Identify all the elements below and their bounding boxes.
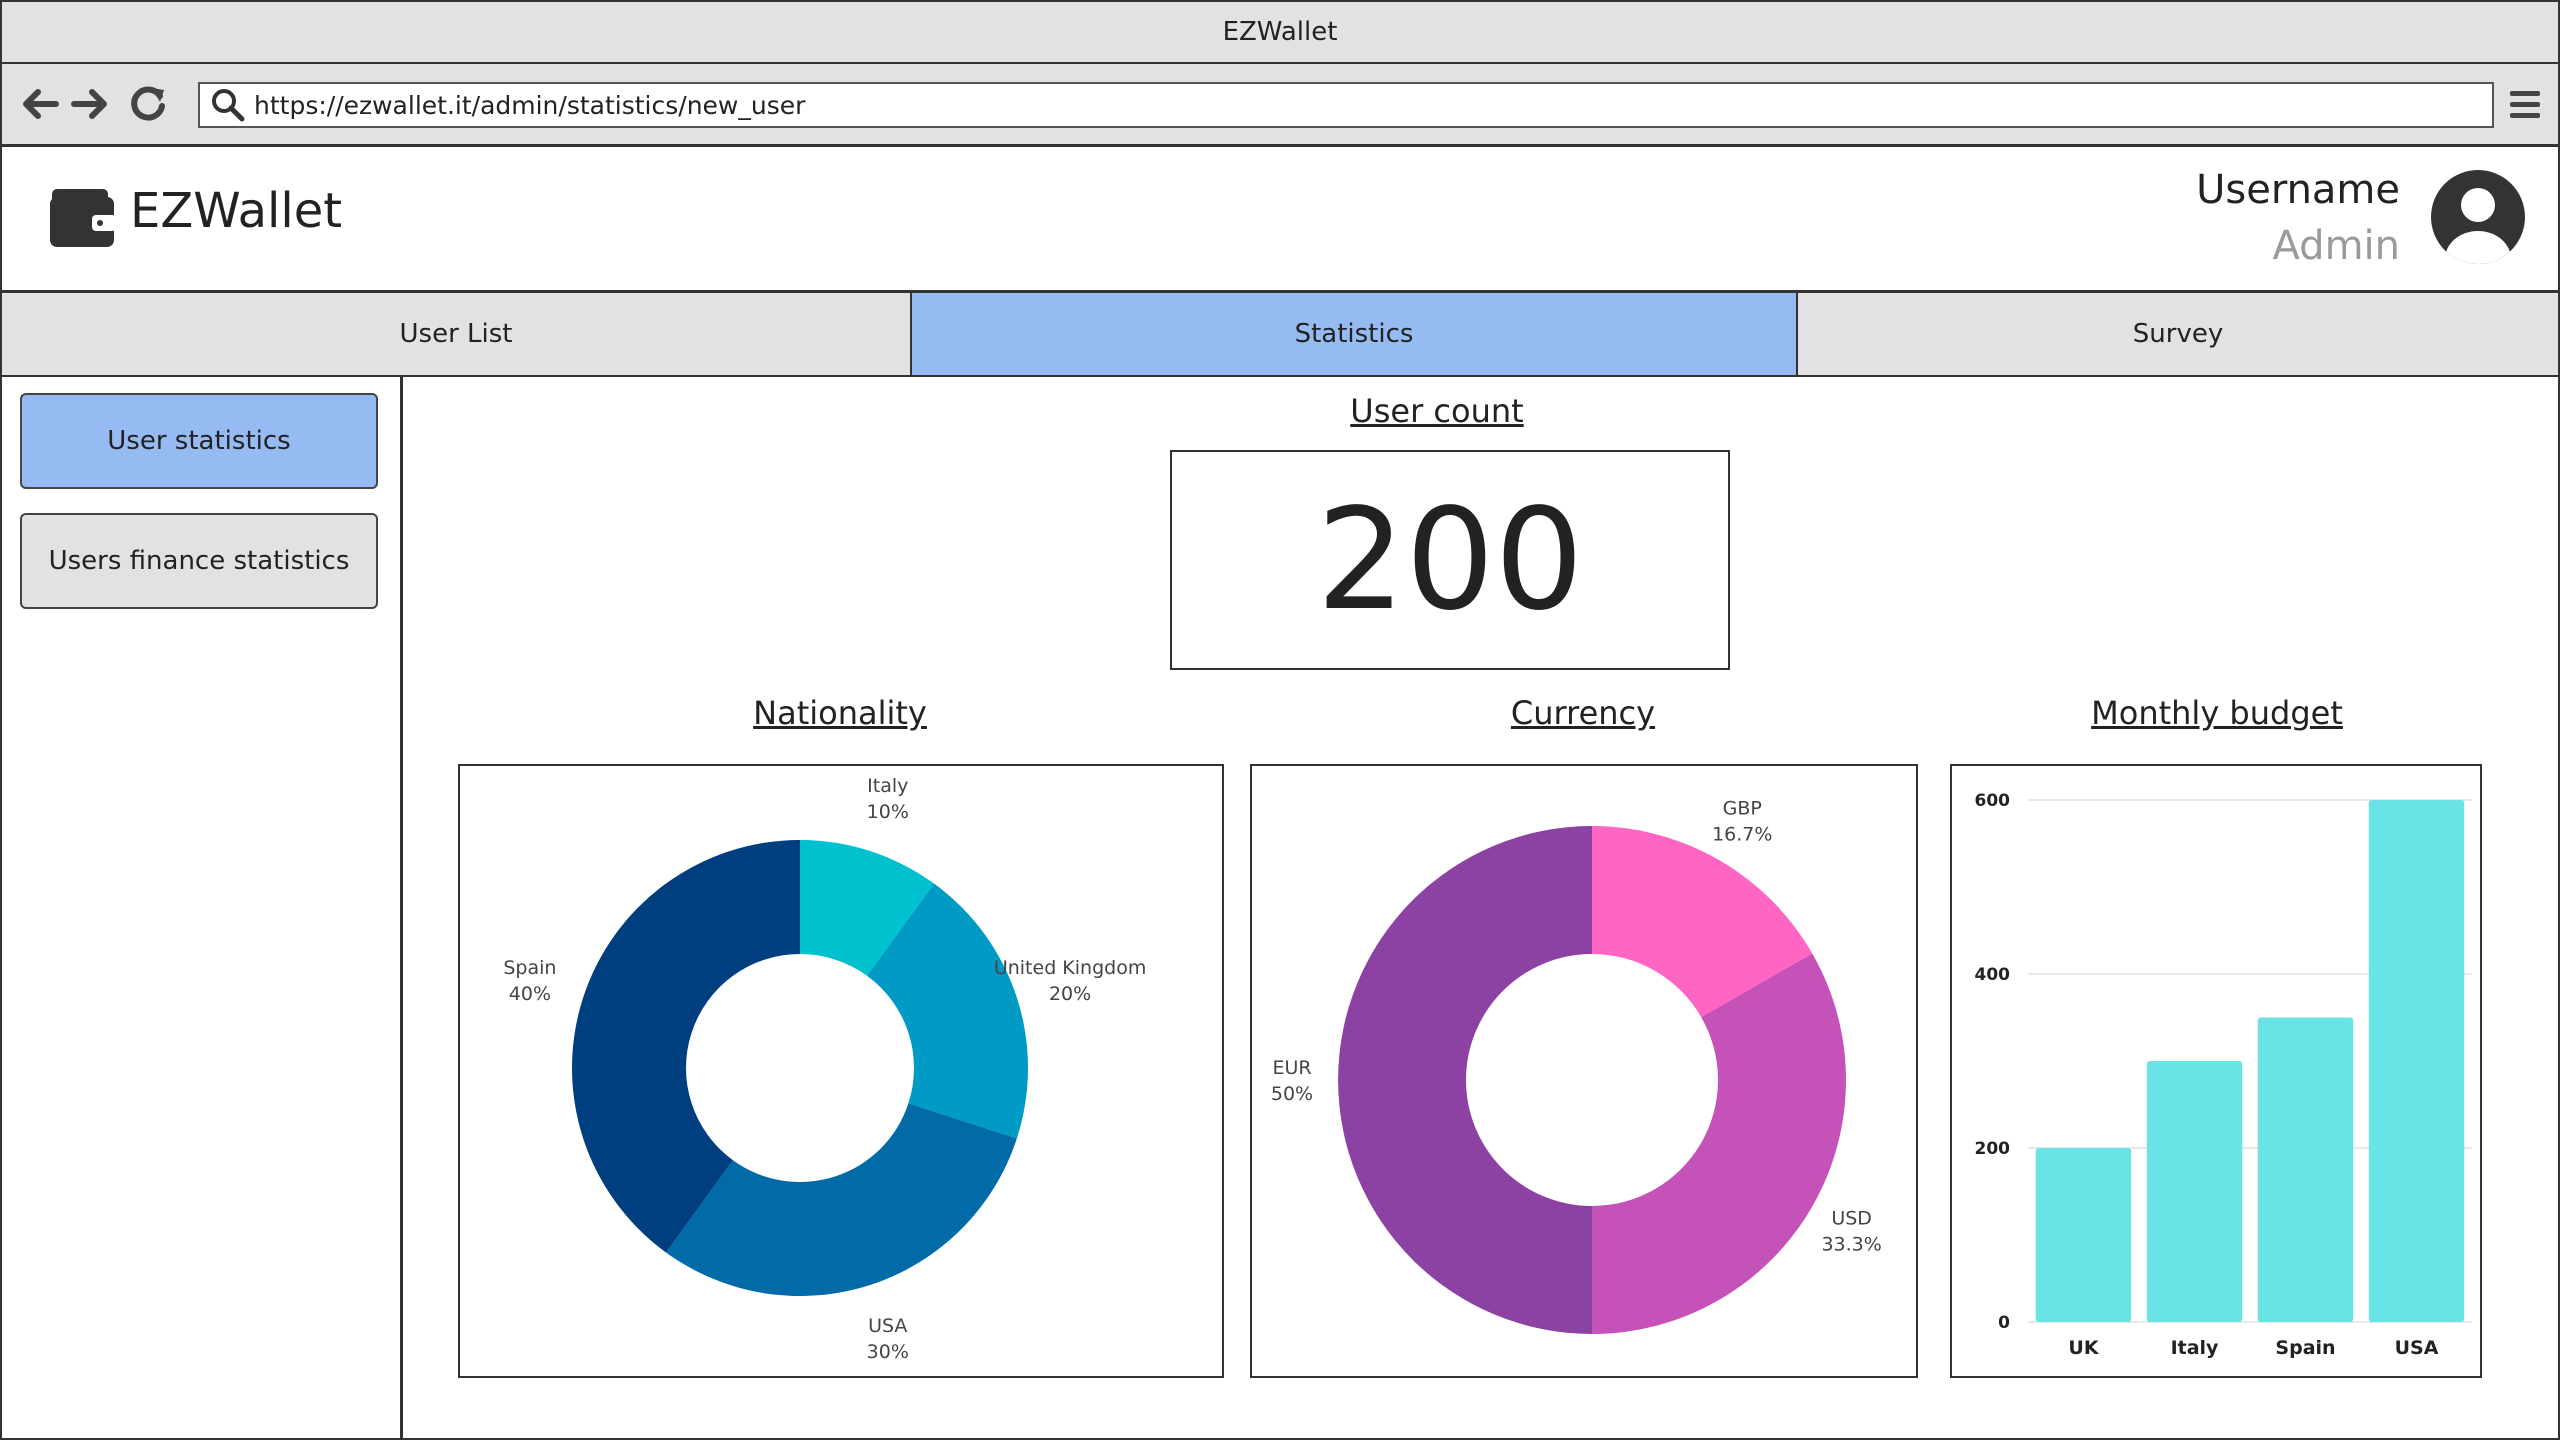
user-count-value: 200 bbox=[1316, 478, 1584, 642]
window-title-bar: EZWallet bbox=[2, 2, 2558, 64]
nationality-label-spain: Spain bbox=[503, 957, 556, 979]
budget-category-label-usa: USA bbox=[2395, 1337, 2439, 1359]
nationality-label-italy: Italy bbox=[867, 775, 908, 797]
nationality-title: Nationality bbox=[753, 694, 927, 732]
currency-label-usd: USD bbox=[1831, 1207, 1872, 1229]
currency-chart-panel: GBP 16.7% USD 33.3% EUR 50% bbox=[1250, 764, 1918, 1378]
currency-percent-usd: 33.3% bbox=[1821, 1233, 1881, 1255]
budget-chart-panel: 0 200 400 600 UK Italy Spain USA bbox=[1950, 764, 2482, 1378]
app-logo-text: EZWallet bbox=[130, 183, 343, 239]
tab-user-list[interactable]: User List bbox=[2, 293, 912, 375]
nationality-percent-spain: 40% bbox=[509, 983, 551, 1005]
budget-bar-uk bbox=[2035, 1148, 2132, 1322]
budget-ytick-label: 200 bbox=[1975, 1139, 2011, 1159]
user-count-box: 200 bbox=[1170, 450, 1730, 670]
nationality-label-usa: USA bbox=[868, 1315, 907, 1337]
currency-percent-eur: 50% bbox=[1271, 1083, 1313, 1105]
user-avatar-icon[interactable] bbox=[2428, 167, 2528, 267]
reload-icon[interactable] bbox=[126, 82, 170, 126]
currency-donut-chart: GBP 16.7% USD 33.3% EUR 50% bbox=[1271, 797, 1882, 1334]
user-count-title: User count bbox=[1350, 392, 1524, 430]
budget-ytick-label: 400 bbox=[1975, 965, 2011, 985]
search-icon bbox=[212, 89, 245, 122]
nationality-percent-usa: 30% bbox=[867, 1341, 909, 1363]
currency-label-gbp: GBP bbox=[1723, 797, 1762, 819]
user-role: Admin bbox=[2272, 223, 2400, 269]
nationality-slice-usa bbox=[665, 1103, 1017, 1296]
main-tabs: User List Statistics Survey bbox=[2, 293, 2558, 377]
tab-statistics[interactable]: Statistics bbox=[912, 293, 1798, 375]
user-name: Username bbox=[2196, 167, 2400, 213]
budget-category-label-spain: Spain bbox=[2275, 1337, 2335, 1359]
url-text: https://ezwallet.it/admin/statistics/new… bbox=[254, 90, 806, 120]
forward-arrow-icon[interactable] bbox=[68, 82, 112, 126]
wallet-icon bbox=[50, 189, 116, 247]
currency-slice-eur bbox=[1338, 826, 1592, 1334]
sidebar: User statistics Users finance statistics bbox=[2, 377, 403, 1438]
currency-slice-usd bbox=[1592, 953, 1846, 1334]
nationality-percent-united-kingdom: 20% bbox=[1049, 983, 1091, 1005]
window-title: EZWallet bbox=[1222, 17, 1338, 47]
monthly-budget-bar-chart: 0 200 400 600 UK Italy Spain USA bbox=[1975, 791, 2472, 1359]
nationality-percent-italy: 10% bbox=[867, 801, 909, 823]
tab-survey[interactable]: Survey bbox=[1798, 293, 2558, 375]
budget-ytick-label: 0 bbox=[1998, 1313, 2010, 1333]
currency-label-eur: EUR bbox=[1272, 1057, 1311, 1079]
currency-title: Currency bbox=[1510, 694, 1656, 732]
nationality-label-united-kingdom: United Kingdom bbox=[994, 957, 1147, 979]
nationality-chart-panel: Italy 10% United Kingdom 20% USA 30% Spain 40% bbox=[458, 764, 1224, 1378]
budget-ytick-label: 600 bbox=[1975, 791, 2011, 811]
budget-category-label-uk: UK bbox=[2068, 1337, 2099, 1359]
back-arrow-icon[interactable] bbox=[18, 82, 62, 126]
hamburger-menu-icon[interactable] bbox=[2508, 88, 2542, 122]
budget-bar-spain bbox=[2257, 1017, 2354, 1322]
sidebar-item-user-statistics[interactable]: User statistics bbox=[20, 393, 378, 489]
budget-title: Monthly budget bbox=[2091, 694, 2343, 732]
sidebar-item-users-finance-statistics[interactable]: Users finance statistics bbox=[20, 513, 378, 609]
budget-bar-italy bbox=[2146, 1061, 2243, 1322]
app-header: EZWallet Username Admin bbox=[2, 147, 2558, 293]
address-bar[interactable]: https://ezwallet.it/admin/statistics/new… bbox=[198, 82, 2494, 128]
nationality-donut-chart: Italy 10% United Kingdom 20% USA 30% Spain 40% bbox=[503, 775, 1147, 1363]
browser-toolbar: https://ezwallet.it/admin/statistics/new… bbox=[2, 64, 2558, 147]
currency-percent-gbp: 16.7% bbox=[1712, 823, 1772, 845]
budget-bar-usa bbox=[2368, 800, 2465, 1322]
budget-category-label-italy: Italy bbox=[2171, 1337, 2219, 1359]
